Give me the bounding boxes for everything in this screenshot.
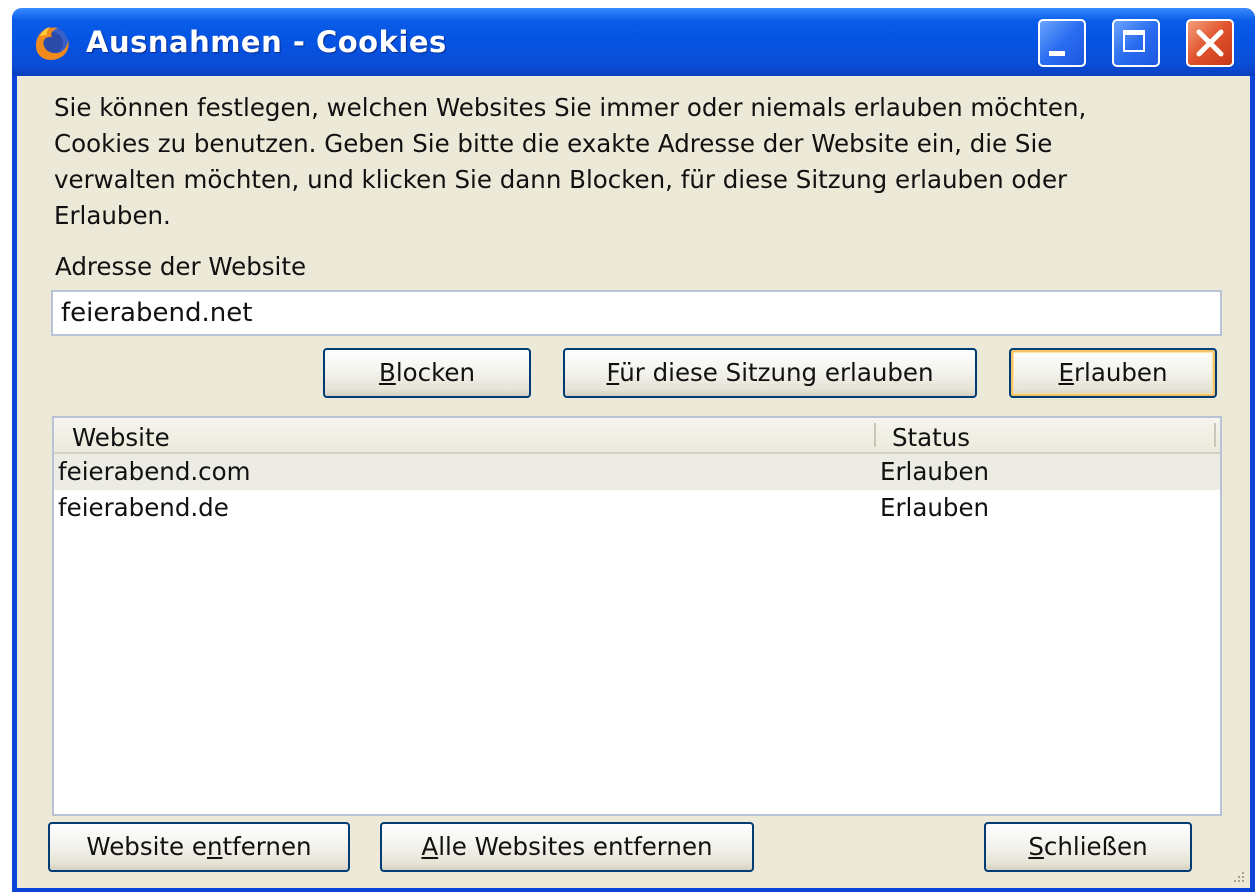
remove-all-websites-button-label: lle Websites entfernen bbox=[438, 832, 713, 861]
description-text: Sie können festlegen, welchen Websites S… bbox=[54, 93, 1087, 230]
column-header-status[interactable]: Status bbox=[892, 423, 970, 452]
close-button[interactable]: Schließen bbox=[984, 822, 1192, 872]
allow-button-mnemonic: E bbox=[1058, 358, 1074, 387]
window-title: Ausnahmen - Cookies bbox=[86, 25, 447, 59]
list-item[interactable]: feierabend.com Erlauben bbox=[54, 454, 1220, 490]
firefox-icon bbox=[36, 27, 69, 60]
remove-all-websites-button[interactable]: Alle Websites entfernen bbox=[380, 822, 754, 872]
dialog-window: Ausnahmen - Cookies Sie können festlegen… bbox=[12, 8, 1255, 892]
allow-session-button-mnemonic: F bbox=[606, 358, 620, 387]
list-item[interactable]: feierabend.de Erlauben bbox=[54, 490, 1220, 526]
column-separator[interactable] bbox=[1214, 423, 1216, 447]
allow-button-label: rlauben bbox=[1073, 358, 1168, 387]
address-label: Adresse der Website bbox=[55, 252, 307, 281]
block-button-label: locken bbox=[395, 358, 475, 387]
remove-website-button-label-start: Website e bbox=[86, 832, 207, 861]
remove-website-button-label-end: tfernen bbox=[222, 832, 312, 861]
list-item-status: Erlauben bbox=[880, 457, 990, 486]
allow-button[interactable]: Erlauben bbox=[1009, 348, 1217, 398]
allow-session-button-label: ür diese Sitzung erlauben bbox=[619, 358, 934, 387]
title-bar[interactable]: Ausnahmen - Cookies bbox=[12, 8, 1255, 76]
maximize-icon[interactable] bbox=[1112, 19, 1160, 67]
block-button[interactable]: Blocken bbox=[323, 348, 531, 398]
remove-website-button[interactable]: Website entfernen bbox=[48, 822, 350, 872]
close-button-mnemonic: S bbox=[1028, 832, 1044, 861]
block-button-mnemonic: B bbox=[379, 358, 396, 387]
dialog-body: Sie können festlegen, welchen Websites S… bbox=[17, 76, 1250, 888]
list-item-website: feierabend.com bbox=[58, 457, 251, 486]
remove-all-websites-button-mnemonic: A bbox=[421, 832, 439, 861]
close-button-label: chließen bbox=[1043, 832, 1148, 861]
resize-grip-icon[interactable] bbox=[1232, 870, 1246, 884]
close-icon[interactable] bbox=[1186, 19, 1234, 67]
allow-session-button[interactable]: Für diese Sitzung erlauben bbox=[563, 348, 977, 398]
column-header-website[interactable]: Website bbox=[72, 423, 170, 452]
list-item-status: Erlauben bbox=[880, 493, 990, 522]
address-input[interactable] bbox=[51, 290, 1222, 336]
column-separator[interactable] bbox=[874, 423, 876, 447]
exceptions-list[interactable]: Website Status feierabend.com Erlauben f… bbox=[52, 416, 1222, 816]
list-item-website: feierabend.de bbox=[58, 493, 229, 522]
remove-website-button-mnemonic: n bbox=[206, 832, 223, 861]
minimize-icon[interactable] bbox=[1038, 19, 1086, 67]
list-header: Website Status bbox=[54, 418, 1220, 454]
